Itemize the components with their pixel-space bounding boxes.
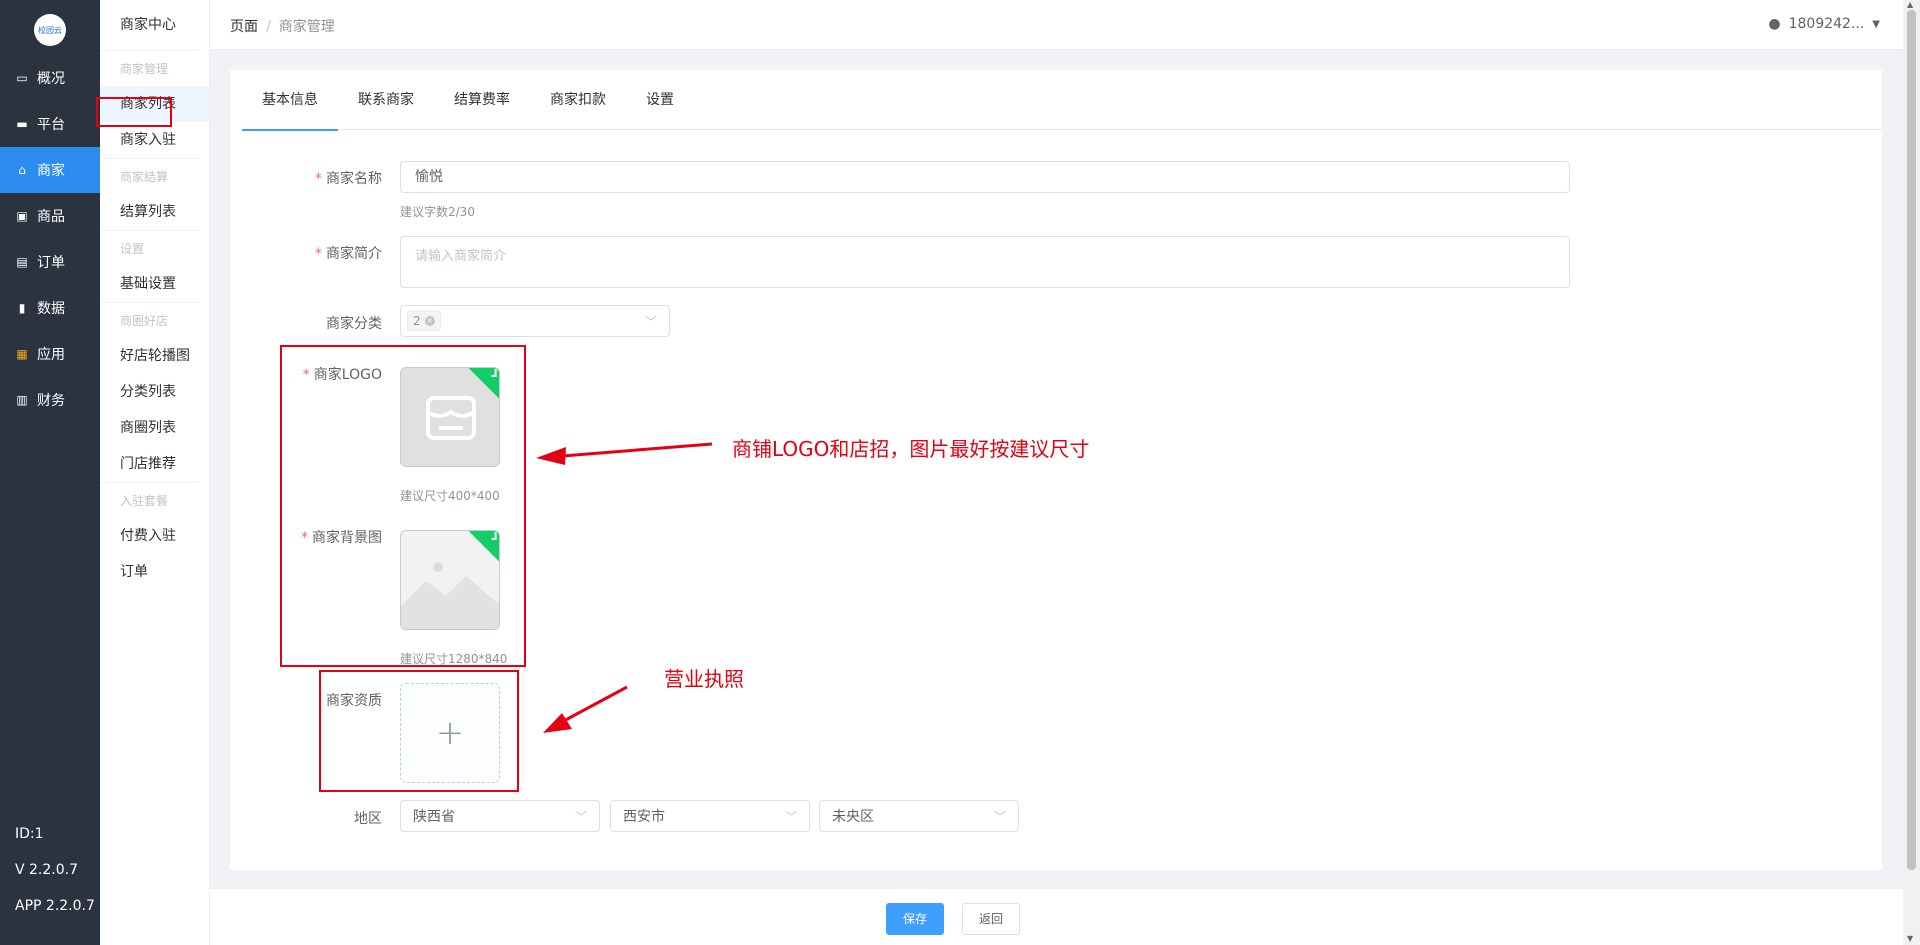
- scroll-up-icon[interactable]: ▲: [1907, 0, 1913, 9]
- vertical-scrollbar[interactable]: ▲ ▼: [1903, 0, 1920, 945]
- annotation-logo-note: 商铺LOGO和店招，图片最好按建议尺寸: [732, 437, 1090, 461]
- footer-bar: 保存 返回: [210, 888, 1903, 945]
- annotation-arrowhead: [543, 713, 572, 733]
- annotation-arrow: [557, 685, 628, 726]
- save-button[interactable]: 保存: [886, 903, 945, 935]
- annotation-license-note: 营业执照: [664, 667, 744, 691]
- annotation-arrows: [536, 442, 713, 733]
- annotation-arrow: [549, 442, 713, 459]
- back-button[interactable]: 返回: [962, 903, 1021, 935]
- scrollbar-thumb[interactable]: [1907, 10, 1916, 870]
- annotation-arrowhead: [536, 447, 566, 465]
- scroll-down-icon[interactable]: ▼: [1907, 934, 1913, 943]
